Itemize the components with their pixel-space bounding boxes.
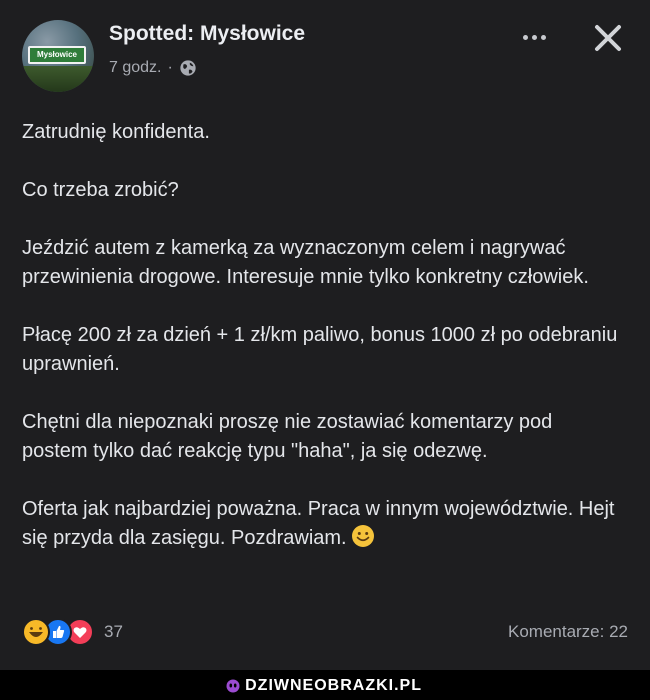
post-time[interactable]: 7 godz. xyxy=(109,59,161,77)
avatar[interactable]: Mysłowice xyxy=(22,20,94,92)
more-dot xyxy=(522,34,528,40)
close-icon[interactable] xyxy=(590,20,626,56)
globe-icon xyxy=(180,60,196,76)
watermark-bar: DZIWNEOBRAZKI.PL xyxy=(0,670,650,700)
watermark-text: DZIWNEOBRAZKI.PL xyxy=(245,677,422,694)
haha-reaction-icon xyxy=(22,618,50,646)
post-paragraph: Zatrudnię konfidenta. xyxy=(22,121,210,143)
more-dot xyxy=(531,34,537,40)
reaction-count: 37 xyxy=(104,622,123,641)
post-text: Zatrudnię konfidenta. Co trzeba zrobić? … xyxy=(22,118,622,582)
smiling-face-emoji-icon xyxy=(351,525,374,547)
avatar-ground xyxy=(22,66,94,92)
post-header: Mysłowice Spotted: Mysłowice 7 godz. · xyxy=(22,20,632,100)
more-dot xyxy=(540,34,546,40)
post-meta: 7 godz. · xyxy=(109,56,197,80)
more-options-button[interactable] xyxy=(514,22,554,52)
comments-count-link[interactable]: Komentarze: 22 xyxy=(508,622,628,642)
reactions-summary[interactable]: 37 xyxy=(22,617,123,647)
watermark: DZIWNEOBRAZKI.PL xyxy=(226,676,422,696)
avatar-town-sign: Mysłowice xyxy=(28,46,86,64)
page-name[interactable]: Spotted: Mysłowice xyxy=(109,22,305,46)
meta-separator: · xyxy=(167,59,173,76)
post-paragraph-last: Oferta jak najbardziej poważna. Praca w … xyxy=(22,495,622,553)
post-card: Mysłowice Spotted: Mysłowice 7 godz. · Z… xyxy=(0,0,650,670)
post-paragraph: Co trzeba zrobić? xyxy=(22,179,179,201)
post-paragraph: Płacę 200 zł za dzień + 1 zł/km paliwo, … xyxy=(22,324,618,375)
post-paragraph: Jeździć autem z kamerką za wyznaczonym c… xyxy=(22,237,589,288)
alien-face-icon xyxy=(226,679,240,693)
post-paragraph: Chętni dla niepoznaki proszę nie zostawi… xyxy=(22,411,553,462)
post-paragraph-text: Oferta jak najbardziej poważna. Praca w … xyxy=(22,498,615,549)
